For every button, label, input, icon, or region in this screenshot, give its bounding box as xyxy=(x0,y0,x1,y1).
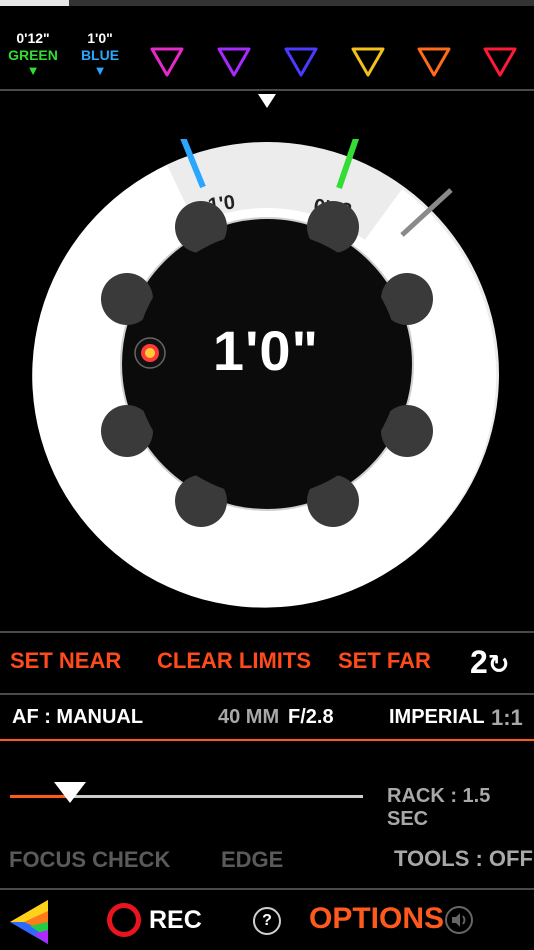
top-progress-fill xyxy=(0,0,70,6)
marker-green-value: 0'12" xyxy=(16,30,50,46)
divider xyxy=(0,693,534,695)
repeat-icon: ↻ xyxy=(487,649,510,679)
marker-blue-icon: ▼ xyxy=(93,63,107,78)
marker-blue-value: 1'0" xyxy=(87,30,113,46)
rack-label: RACK : 1.5 SEC xyxy=(387,785,491,830)
marker-orange-button[interactable] xyxy=(416,46,452,78)
rec-icon xyxy=(107,903,141,937)
af-mode[interactable]: AF : MANUAL xyxy=(12,706,143,729)
rec-button[interactable]: REC xyxy=(107,903,202,937)
tools-toggle[interactable]: TOOLS : OFF xyxy=(394,846,533,872)
set-far-button[interactable]: SET FAR xyxy=(338,648,431,674)
marker-yellow-button[interactable] xyxy=(350,46,386,78)
ratio[interactable]: 1:1 xyxy=(491,705,523,731)
top-progress-bar xyxy=(0,0,534,6)
marker-green-icon: ▼ xyxy=(26,63,40,78)
marker-blue[interactable]: 1'0" BLUE ▼ xyxy=(78,30,122,78)
focal-length[interactable]: 40 MM xyxy=(218,706,279,729)
marker-green[interactable]: 0'12" GREEN ▼ xyxy=(8,30,58,78)
marker-blue-label: BLUE xyxy=(80,47,120,63)
units-toggle[interactable]: IMPERIAL xyxy=(389,706,485,729)
divider xyxy=(0,631,534,633)
set-near-button[interactable]: SET NEAR xyxy=(10,648,121,674)
marker-indigo-button[interactable] xyxy=(283,46,319,78)
aperture[interactable]: F/2.8 xyxy=(288,706,334,729)
speaker-icon[interactable] xyxy=(444,905,474,935)
focus-pointer-icon xyxy=(258,94,276,108)
options-button[interactable]: OPTIONS xyxy=(309,902,444,936)
focus-check-button[interactable]: FOCUS CHECK xyxy=(9,847,170,873)
rack-slider-thumb[interactable] xyxy=(54,782,86,803)
marker-red-button[interactable] xyxy=(482,46,518,78)
divider xyxy=(0,89,534,91)
marker-magenta-button[interactable] xyxy=(149,46,185,78)
clear-limits-button[interactable]: CLEAR LIMITS xyxy=(157,648,311,674)
repeat-count: 2 xyxy=(470,644,488,680)
repeat-button[interactable]: 2↻ xyxy=(470,644,510,681)
edge-button[interactable]: EDGE xyxy=(221,847,283,873)
color-wheel-center xyxy=(145,348,155,358)
divider xyxy=(0,888,534,890)
marker-green-label: GREEN xyxy=(8,47,58,63)
orange-divider xyxy=(0,739,534,741)
help-button[interactable]: ? xyxy=(253,907,281,935)
color-menu-icon[interactable] xyxy=(10,900,50,944)
current-focus-distance: 1'0" xyxy=(212,319,320,382)
marker-purple-button[interactable] xyxy=(216,46,252,78)
rec-label: REC xyxy=(149,905,202,934)
